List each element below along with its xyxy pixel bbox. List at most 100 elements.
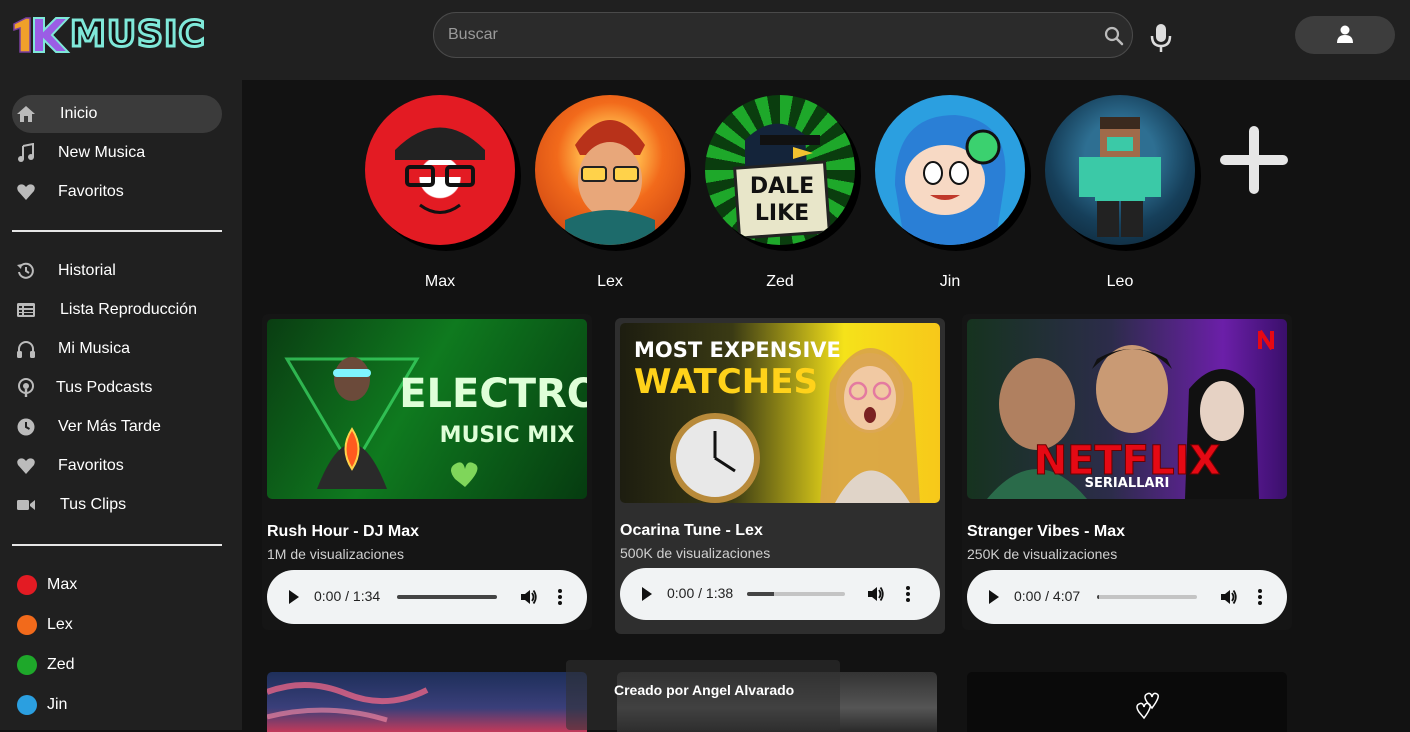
creator-name: Zed [766,273,794,290]
creator-max[interactable]: Max [365,95,515,291]
thumbnail-art [1136,692,1159,720]
subscription-label: Max [47,576,78,593]
creator-leo[interactable]: Leo [1045,95,1195,291]
video-thumbnail[interactable]: NETFLIX SERIALLARI [967,319,1287,499]
video-card[interactable]: NETFLIX SERIALLARI Stranger Vibes - Max … [962,314,1292,630]
sidebar-item-tus-clips[interactable]: Tus Clips [12,486,222,524]
video-thumbnail[interactable] [267,672,587,732]
subscription-item-max[interactable]: Max [17,573,217,597]
thumbnail-subtitle-text: SERIALLARI [1085,476,1170,491]
sidebar-item-label: Lista Reproducción [60,301,197,318]
creator-avatar [535,95,685,245]
player-time: 0:00 / 4:07 [1014,588,1081,604]
video-thumbnail[interactable]: MOST EXPENSIVE WATCHES [620,323,940,503]
subscription-label: Lex [47,616,73,633]
search-bar [433,12,1133,58]
video-views: 1M de visualizaciones [267,546,404,562]
list-icon [17,303,35,317]
tooltip-text: Creado por Angel Alvarado [614,682,795,698]
avatar-illustration [395,127,485,214]
creator-name: Lex [597,273,623,290]
avatar-illustration [895,115,1006,245]
avatar-illustration [565,120,655,245]
video-card[interactable]: ELECTRO MUSIC MIX Rush Hour - DJ Max 1M … [262,314,592,630]
audio-player: 0:00 / 1:34 [267,570,587,624]
subscription-label: Jin [47,696,68,713]
video-card[interactable]: MOST EXPENSIVE WATCHES Ocarina Tune - Le… [615,318,945,634]
avatar [17,695,37,715]
clock-icon [17,418,35,436]
thumbnail-art: ELECTRO MUSIC MIX [284,357,587,489]
creator-avatar [875,95,1025,245]
avatar [17,655,37,675]
video-thumbnail[interactable] [967,672,1287,732]
add-creator-button[interactable] [1216,122,1292,198]
subscription-item-zed[interactable]: Zed [17,653,217,677]
sidebar-item-tus-podcasts[interactable]: Tus Podcasts [12,369,222,407]
volume-icon[interactable] [1220,588,1238,606]
sidebar-item-favoritos[interactable]: Favoritos [12,173,222,211]
avatar-illustration: DALELIKE [733,123,831,240]
video-title[interactable]: Stranger Vibes - Max [967,523,1125,541]
volume-icon[interactable] [520,588,538,606]
creator-name: Max [424,273,456,290]
creator-lex[interactable]: Lex [535,95,685,291]
video-views: 250K de visualizaciones [967,546,1118,562]
video-title[interactable]: Ocarina Tune - Lex [620,522,763,540]
progress-fill [1097,595,1099,599]
thumbnail-title-text: MOST EXPENSIVE [634,338,841,362]
subscription-label: Zed [47,656,75,673]
search-icon[interactable] [1104,26,1124,46]
sidebar-item-favoritos-2[interactable]: Favoritos [12,447,222,485]
play-icon[interactable] [289,590,299,604]
user-icon [1337,25,1353,43]
more-options-icon[interactable] [557,588,563,606]
play-icon[interactable] [642,587,652,601]
video-thumbnail[interactable]: ELECTRO MUSIC MIX [267,319,587,499]
creator-zed[interactable]: DALE LIKE Zed [705,95,855,291]
svg-text:LIKE: LIKE [755,201,809,226]
microphone-icon[interactable] [1148,22,1174,54]
logo-mark-icon [13,17,71,53]
player-time: 0:00 / 1:34 [314,588,381,604]
more-options-icon[interactable] [905,585,911,603]
subscription-item-jin[interactable]: Jin [17,693,217,717]
sidebar-item-historial[interactable]: Historial [12,252,222,290]
music-note-icon [18,143,34,162]
video-camera-icon [17,500,35,510]
player-time: 0:00 / 1:38 [667,585,734,601]
thumbnail-art [267,682,429,723]
progress-slider[interactable] [1097,595,1197,599]
sidebar: Inicio New Musica Favoritos Historial Li… [0,80,242,730]
sidebar-item-ver-mas-tarde[interactable]: Ver Más Tarde [12,408,222,446]
account-button[interactable] [1295,16,1395,54]
video-title[interactable]: Rush Hour - DJ Max [267,523,419,541]
progress-slider[interactable] [747,592,845,596]
volume-icon[interactable] [867,585,885,603]
home-icon [17,106,35,122]
thumbnail-art: MOST EXPENSIVE WATCHES [634,338,920,503]
play-icon[interactable] [989,590,999,604]
sidebar-item-label: Tus Clips [60,496,127,513]
progress-fill [397,595,497,599]
sidebar-item-new-musica[interactable]: New Musica [12,134,222,172]
search-input[interactable] [448,23,1088,47]
creator-avatar: DALE LIKE [705,95,855,245]
thumbnail-subtitle-text: MUSIC MIX [440,423,575,448]
avatar [17,575,37,595]
audio-player: 0:00 / 4:07 [967,570,1287,624]
podcast-icon [18,378,34,397]
sidebar-item-label: Inicio [60,105,98,122]
creator-jin[interactable]: Jin [875,95,1025,291]
progress-slider[interactable] [397,595,497,599]
sidebar-item-mi-musica[interactable]: Mi Musica [12,330,222,368]
more-options-icon[interactable] [1257,588,1263,606]
creator-avatar [365,95,515,245]
sidebar-item-inicio[interactable]: Inicio [12,95,222,133]
sidebar-item-lista-reproduccion[interactable]: Lista Reproducción [12,291,222,329]
sidebar-item-label: Ver Más Tarde [58,418,161,435]
sidebar-divider [12,230,222,232]
subscription-item-lex[interactable]: Lex [17,613,217,637]
creator-name: Jin [939,273,961,290]
logo[interactable]: MUSIC [12,13,212,57]
